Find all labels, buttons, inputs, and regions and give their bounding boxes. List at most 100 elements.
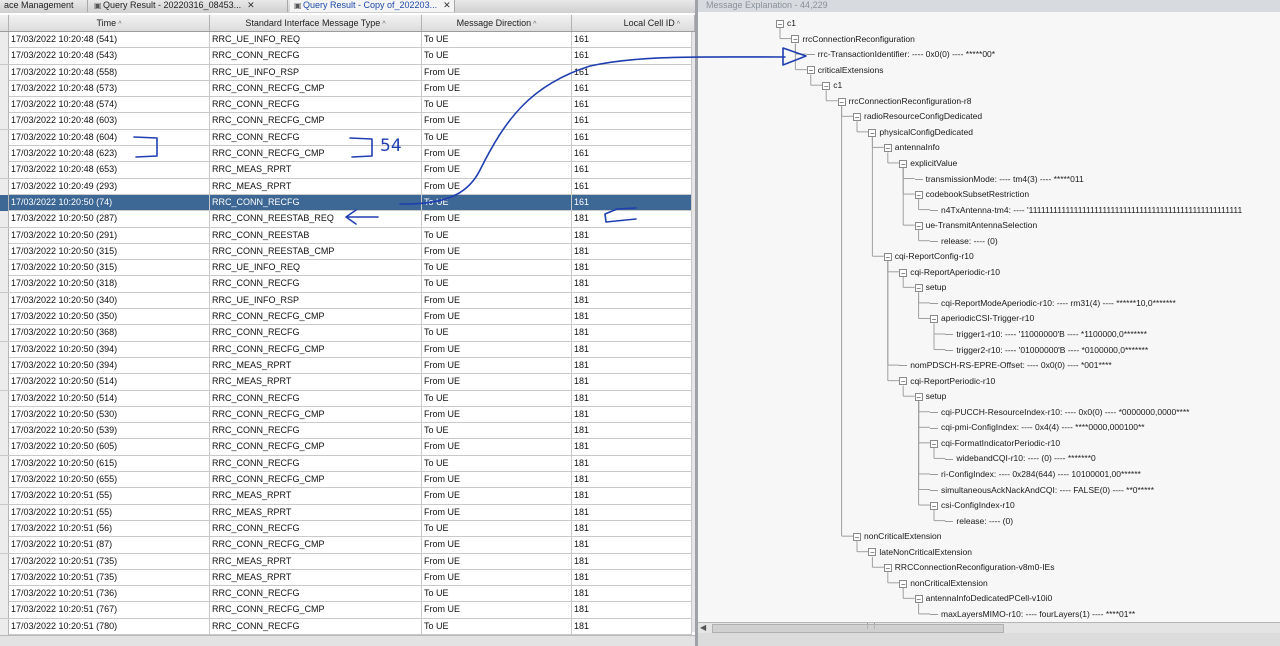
row-header[interactable] <box>0 374 9 391</box>
row-header[interactable] <box>0 472 9 489</box>
table-row[interactable]: 17/03/2022 10:20:48 (558) RRC_UE_INFO_RSP… <box>0 64 692 81</box>
collapse-toggle-icon[interactable]: − <box>853 532 861 541</box>
collapse-toggle-icon[interactable]: − <box>883 564 892 573</box>
tree-node[interactable]: rrc-TransactionIdentifier: ---- 0x0(0) -… <box>806 47 995 61</box>
tree-node[interactable]: transmissionMode: ---- tm4(3) ---- *****… <box>914 172 1084 186</box>
row-header[interactable] <box>0 32 9 48</box>
table-row[interactable]: 17/03/2022 10:20:50 (605) RRC_CONN_RECFG_… <box>0 439 692 456</box>
tree-node[interactable]: − physicalConfigDedicated <box>868 125 973 139</box>
row-header[interactable] <box>0 553 9 570</box>
table-row[interactable]: 17/03/2022 10:20:50 (74) RRC_CONN_RECFG To… <box>0 194 692 212</box>
collapse-toggle-icon[interactable]: − <box>899 377 908 386</box>
tree-node[interactable]: − csi-ConfigIndex-r10 <box>930 498 1015 512</box>
table-row[interactable]: 17/03/2022 10:20:51 (87) RRC_CONN_RECFG_C… <box>0 537 692 554</box>
tab-0[interactable]: ace Management <box>0 0 88 12</box>
table-row[interactable]: 17/03/2022 10:20:51 (55) RRC_MEAS_RPRT Fro… <box>0 504 692 521</box>
collapse-toggle-icon[interactable]: − <box>914 221 923 230</box>
row-header[interactable] <box>0 178 9 195</box>
table-row[interactable]: 17/03/2022 10:20:51 (735) RRC_MEAS_RPRT Fr… <box>0 569 692 587</box>
tree-node[interactable]: − radioResourceConfigDedicated <box>853 109 982 123</box>
table-row[interactable]: 17/03/2022 10:20:48 (623) RRC_CONN_RECFG_… <box>0 146 692 163</box>
table-row[interactable]: 17/03/2022 10:20:50 (315) RRC_UE_INFO_REQ… <box>0 260 692 277</box>
row-header[interactable] <box>0 455 9 472</box>
tree-node[interactable]: cqi-PUCCH-ResourceIndex-r10: ---- 0x0(0)… <box>930 405 1189 419</box>
table-row[interactable]: 17/03/2022 10:20:51 (767) RRC_CONN_RECFG_… <box>0 602 692 619</box>
table-row[interactable]: 17/03/2022 10:20:48 (573) RRC_CONN_RECFG_… <box>0 80 692 98</box>
row-header[interactable] <box>0 129 9 146</box>
row-header[interactable] <box>0 243 9 260</box>
row-header[interactable] <box>0 406 9 423</box>
tree-node[interactable]: − cqi-ReportPeriodic-r10 <box>899 374 995 388</box>
column-header-message-direction[interactable]: Message Direction ^ <box>422 15 572 31</box>
scroll-left-icon[interactable]: ◀ <box>700 623 706 632</box>
tree-node[interactable]: − antennaInfoDedicatedPCell-v10i0 <box>914 591 1052 605</box>
table-row[interactable]: 17/03/2022 10:20:48 (574) RRC_CONN_RECFG T… <box>0 97 692 114</box>
row-header[interactable] <box>0 586 9 603</box>
row-header[interactable] <box>0 602 9 619</box>
row-header[interactable] <box>0 97 9 114</box>
table-row[interactable]: 17/03/2022 10:20:51 (56) RRC_CONN_RECFG To… <box>0 520 692 538</box>
tree-node[interactable]: − cqi-FormatIndicatorPeriodic-r10 <box>930 436 1060 450</box>
table-row[interactable]: 17/03/2022 10:20:50 (318) RRC_CONN_RECFG T… <box>0 276 692 293</box>
row-header[interactable] <box>0 390 9 407</box>
tree-node[interactable]: − codebookSubsetRestriction <box>914 187 1029 201</box>
table-row[interactable]: 17/03/2022 10:20:50 (315) RRC_CONN_REESTA… <box>0 243 692 261</box>
collapse-toggle-icon[interactable]: − <box>930 501 938 510</box>
table-row[interactable]: 17/03/2022 10:20:50 (368) RRC_CONN_RECFG T… <box>0 325 692 342</box>
collapse-toggle-icon[interactable]: − <box>883 253 892 262</box>
tree-node[interactable]: trigger1-r10: ---- '11000000'B ---- *110… <box>945 327 1147 341</box>
row-header[interactable] <box>0 357 9 374</box>
row-header[interactable] <box>0 162 9 179</box>
tree-node[interactable]: maxLayersMIMO-r10: ---- fourLayers(1) --… <box>930 607 1135 621</box>
collapse-toggle-icon[interactable]: − <box>883 144 892 153</box>
table-row[interactable]: 17/03/2022 10:20:50 (287) RRC_CONN_REESTA… <box>0 211 692 228</box>
tree-node[interactable]: − antennaInfo <box>883 140 940 154</box>
table-row[interactable]: 17/03/2022 10:20:50 (394) RRC_MEAS_RPRT Fr… <box>0 357 692 375</box>
table-row[interactable]: 17/03/2022 10:20:48 (603) RRC_CONN_RECFG_… <box>0 113 692 130</box>
tab-1[interactable]: ▣Query Result - 20220316_08453... ✕ <box>90 0 288 12</box>
collapse-toggle-icon[interactable]: − <box>899 159 908 168</box>
table-row[interactable]: 17/03/2022 10:20:50 (655) RRC_CONN_RECFG_… <box>0 472 692 489</box>
collapse-toggle-icon[interactable]: − <box>837 97 846 106</box>
collapse-toggle-icon[interactable]: − <box>914 284 923 293</box>
row-header[interactable] <box>0 227 9 244</box>
row-header[interactable] <box>0 146 9 163</box>
tree-node[interactable]: ri-ConfigIndex: ---- 0x284(644) ---- 101… <box>930 467 1141 481</box>
tab-2[interactable]: ▣Query Result - Copy of_202203... ✕ <box>290 0 455 12</box>
column-header-message-type[interactable]: Standard Interface Message Type ^ <box>210 15 422 31</box>
row-header[interactable] <box>0 80 9 97</box>
tree-node[interactable]: release: ---- (0) <box>930 234 998 248</box>
tree-node[interactable]: − nonCriticalExtension <box>853 529 941 543</box>
table-row[interactable]: 17/03/2022 10:20:50 (340) RRC_UE_INFO_RSP… <box>0 292 692 310</box>
table-row[interactable]: 17/03/2022 10:20:50 (530) RRC_CONN_RECFG_… <box>0 406 692 424</box>
tree-node[interactable]: − criticalExtensions <box>806 63 883 77</box>
collapse-toggle-icon[interactable]: − <box>822 81 831 90</box>
tree-node[interactable]: − c1 <box>776 16 796 30</box>
table-row[interactable]: 17/03/2022 10:20:48 (543) RRC_CONN_RECFG T… <box>0 48 692 65</box>
collapse-toggle-icon[interactable]: − <box>914 392 923 401</box>
tree-node[interactable]: − RRCConnectionReconfiguration-v8m0-IEs <box>883 560 1054 574</box>
row-header[interactable] <box>0 292 9 309</box>
tree-node[interactable]: − rrcConnectionReconfiguration <box>791 32 915 46</box>
table-row[interactable]: 17/03/2022 10:20:51 (736) RRC_CONN_RECFG T… <box>0 586 692 603</box>
table-row[interactable]: 17/03/2022 10:20:51 (735) RRC_MEAS_RPRT Fr… <box>0 553 692 570</box>
row-header[interactable] <box>0 113 9 130</box>
table-row[interactable]: 17/03/2022 10:20:51 (780) RRC_CONN_RECFG T… <box>0 618 692 635</box>
row-header[interactable] <box>0 276 9 293</box>
tree-node[interactable]: − nonCriticalExtension <box>899 576 988 590</box>
row-header[interactable] <box>0 504 9 521</box>
collapse-toggle-icon[interactable]: − <box>930 315 938 324</box>
tree-node[interactable]: − c1 <box>822 78 842 92</box>
row-header[interactable] <box>0 325 9 342</box>
tree-node[interactable]: nomPDSCH-RS-EPRE-Offset: ---- 0x0(0) ---… <box>899 358 1112 372</box>
row-header[interactable] <box>0 520 9 537</box>
collapse-toggle-icon[interactable]: − <box>899 579 908 588</box>
table-row[interactable]: 17/03/2022 10:20:50 (350) RRC_CONN_RECFG_… <box>0 309 692 326</box>
tree-node[interactable]: − ue-TransmitAntennaSelection <box>914 218 1037 232</box>
tree-node[interactable]: − rrcConnectionReconfiguration-r8 <box>837 94 971 108</box>
table-row[interactable]: 17/03/2022 10:20:48 (604) RRC_CONN_RECFG T… <box>0 129 692 147</box>
column-header-time[interactable]: Time ^ <box>9 15 210 31</box>
row-header[interactable] <box>0 537 9 554</box>
tree-node[interactable]: − setup <box>914 280 946 294</box>
row-header[interactable] <box>0 64 9 81</box>
